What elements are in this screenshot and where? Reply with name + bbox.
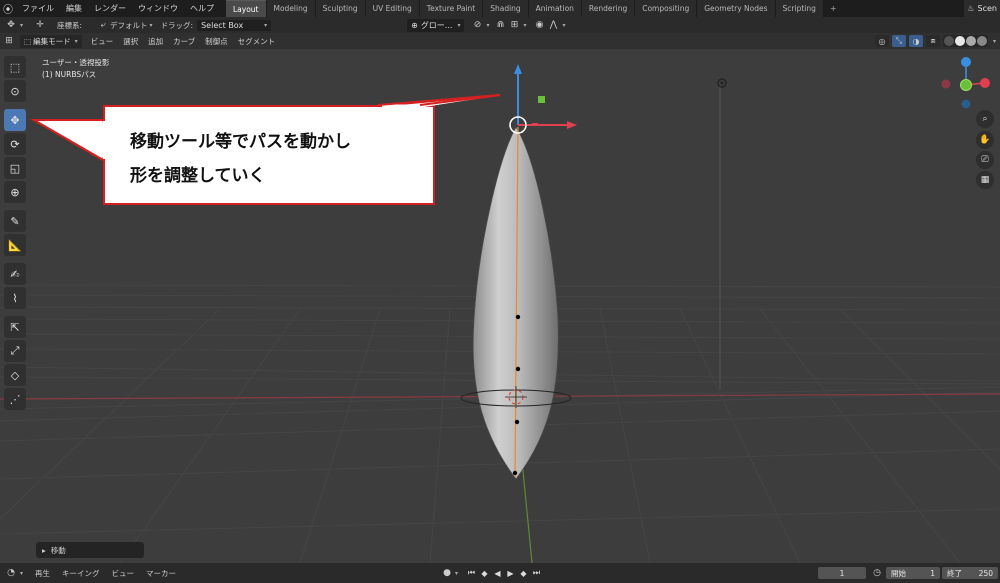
jump-start-icon[interactable]: ⏮	[466, 566, 477, 580]
callout-line-2: 形を調整していく	[130, 166, 266, 186]
start-label: 開始	[891, 568, 906, 578]
start-frame-field[interactable]: 開始 1	[886, 567, 940, 579]
current-frame-field[interactable]: 1	[818, 567, 866, 579]
prev-keyframe-icon[interactable]: ◆	[479, 566, 490, 580]
chevron-right-icon: ▸	[42, 545, 46, 555]
play-reverse-icon[interactable]: ◀	[492, 566, 503, 580]
callout-pointer-mask	[33, 94, 501, 161]
start-value: 1	[930, 568, 935, 578]
next-keyframe-icon[interactable]: ◆	[518, 566, 529, 580]
end-label: 終了	[947, 568, 962, 578]
timeline-editor-icon[interactable]: ◔	[4, 567, 18, 579]
playback-controls: ⏮ ◆ ◀ ▶ ◆ ⏭	[466, 566, 542, 580]
menu-timeline-view[interactable]: ビュー	[106, 568, 141, 579]
end-frame-field[interactable]: 終了 250	[942, 567, 998, 579]
clock-icon[interactable]: ◷	[870, 567, 884, 579]
operator-label: 移動	[50, 545, 66, 555]
jump-end-icon[interactable]: ⏭	[531, 566, 542, 580]
menu-keying[interactable]: キーイング	[56, 568, 106, 579]
last-operator-panel[interactable]: ▸ 移動	[36, 542, 144, 558]
chevron-down-icon: ▾	[455, 570, 459, 577]
menu-markers[interactable]: マーカー	[140, 568, 182, 579]
menu-playback[interactable]: 再生	[29, 568, 56, 579]
play-icon[interactable]: ▶	[505, 566, 516, 580]
callout-line-1: 移動ツール等でパスを動かし	[130, 132, 351, 152]
chevron-down-icon: ▾	[20, 569, 24, 577]
end-value: 250	[978, 568, 993, 578]
current-frame-value: 1	[839, 568, 845, 578]
record-icon[interactable]: ●	[440, 567, 454, 579]
timeline-bar: ◔ ▾ 再生 キーイング ビュー マーカー ● ▾ ⏮ ◆ ◀ ▶ ◆ ⏭ 1 …	[0, 563, 1000, 583]
